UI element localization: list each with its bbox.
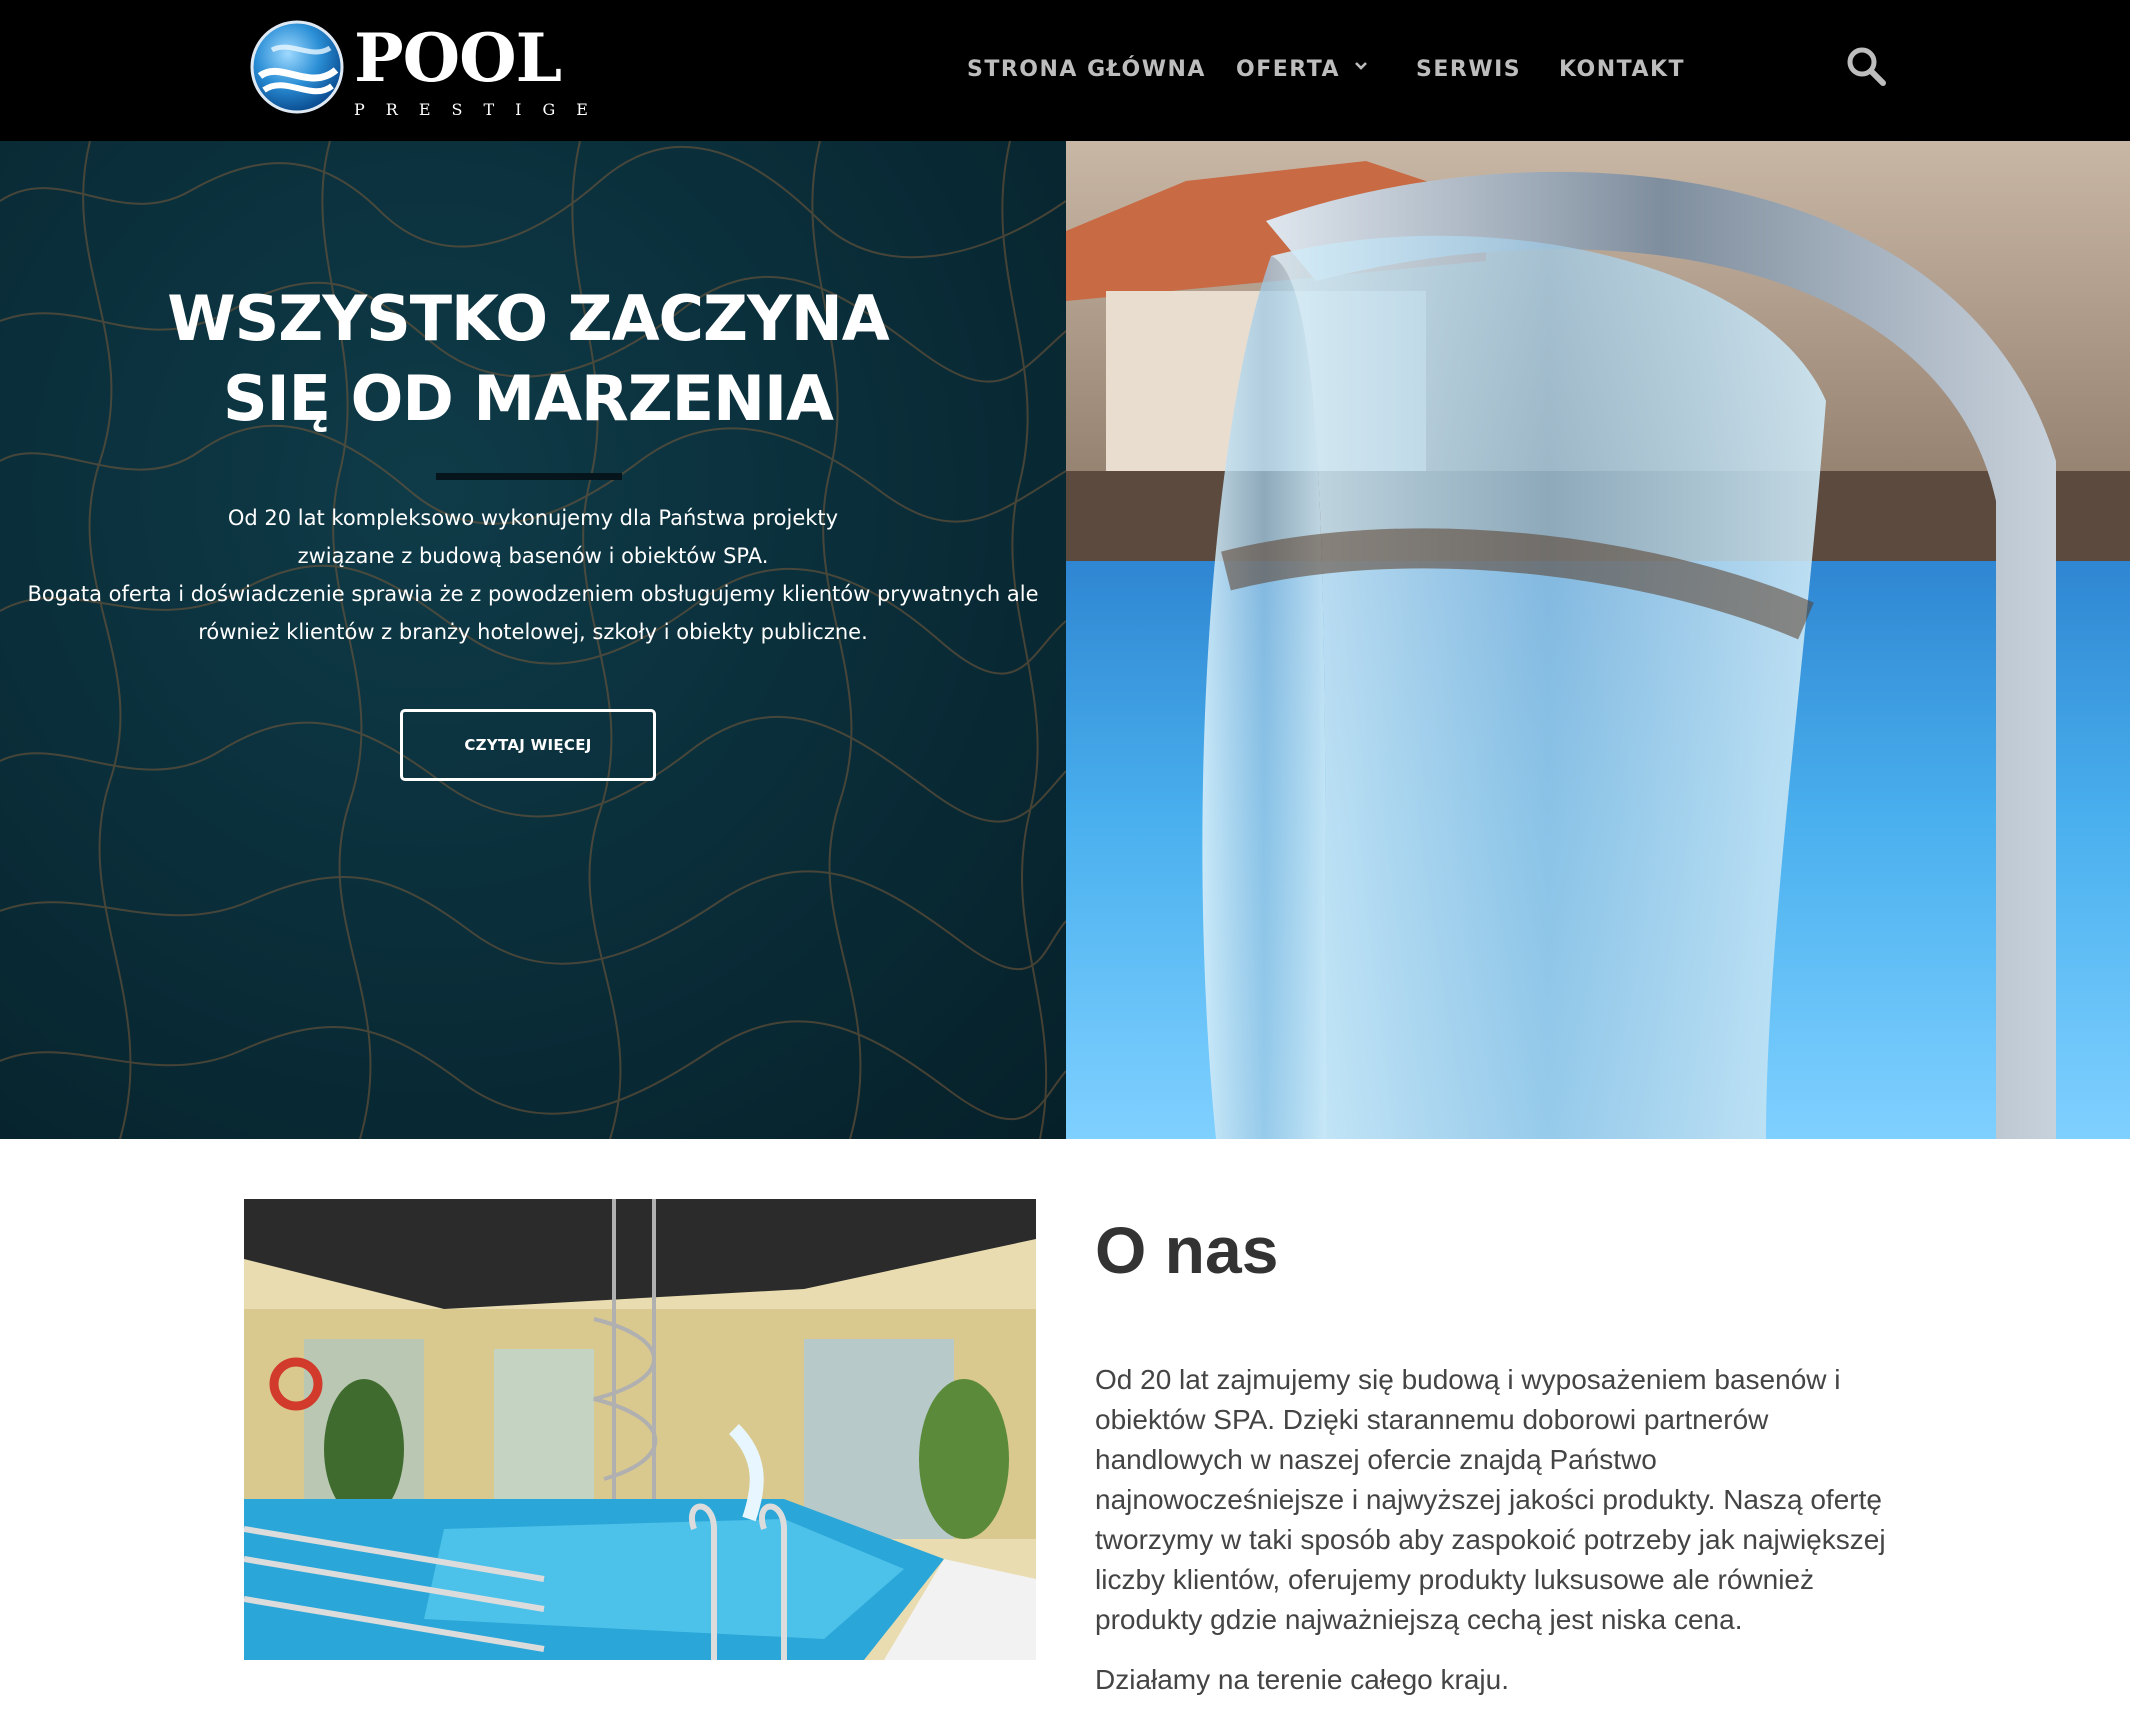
about-title: O nas (1095, 1213, 1279, 1287)
search-icon[interactable] (1845, 45, 1887, 87)
about-text-line: najnowocześniejsze i najwyższej jakości … (1095, 1484, 1882, 1515)
hero-text-line: Bogata oferta i doświadczenie sprawia że… (27, 582, 1039, 606)
about-text-line: Od 20 lat zajmujemy się budową i wyposaż… (1095, 1364, 1841, 1395)
logo-tagline: PRESTIGE (354, 100, 609, 119)
about-text-line: obiektów SPA. Dzięki starannemu doborowi… (1095, 1404, 1769, 1435)
logo-wordmark: POOL (354, 19, 562, 97)
chevron-down-icon[interactable] (1353, 58, 1369, 74)
about-text-line: produkty gdzie najważniejszą cechą jest … (1095, 1604, 1743, 1635)
hero-text-line: również klientów z branży hotelowej, szk… (198, 620, 868, 644)
logo[interactable]: POOL PRESTIGE (250, 19, 609, 125)
nav-item-oferta[interactable]: OFERTA (1236, 52, 1340, 88)
about-paragraph-2: Działamy na terenie całego kraju. (1095, 1664, 1509, 1695)
hero-divider (436, 473, 622, 480)
hero-text-panel: WSZYSTKO ZACZYNA SIĘ OD MARZENIA Od 20 l… (0, 141, 1066, 1139)
waterfall-pool-photo (1066, 141, 2130, 1139)
about-text-line: tworzymy w taki sposób aby zaspokoić pot… (1095, 1524, 1886, 1555)
about-text-line: handlowych w naszej ofercie znajdą Państ… (1095, 1444, 1657, 1475)
nav-item-serwis[interactable]: SERWIS (1416, 52, 1521, 88)
about-text-line: liczby klientów, oferujemy produkty luks… (1095, 1564, 1814, 1595)
nav-item-kontakt[interactable]: KONTAKT (1559, 52, 1685, 88)
hero-title: WSZYSTKO ZACZYNA SIĘ OD MARZENIA (130, 279, 926, 439)
hero-title-line: WSZYSTKO ZACZYNA (167, 282, 890, 355)
hero-text-line: związane z budową basenów i obiektów SPA… (297, 544, 769, 568)
nav-item-strona-glowna[interactable]: STRONA GŁÓWNA (967, 52, 1206, 88)
logo-globe-icon (250, 20, 344, 114)
read-more-button[interactable]: CZYTAJ WIĘCEJ (400, 709, 656, 781)
indoor-pool-image (244, 1199, 1036, 1660)
hero-photo-panel (1066, 141, 2130, 1139)
indoor-pool-photo (244, 1199, 1036, 1660)
site-header: POOL PRESTIGE STRONA GŁÓWNA OFERTA SERWI… (0, 0, 2130, 141)
hero-description: Od 20 lat kompleksowo wykonujemy dla Pań… (20, 499, 1046, 651)
hero-title-line: SIĘ OD MARZENIA (222, 362, 834, 435)
hero-text-line: Od 20 lat kompleksowo wykonujemy dla Pań… (227, 506, 839, 530)
about-paragraph: Od 20 lat zajmujemy się budową i wyposaż… (1095, 1360, 2095, 1640)
